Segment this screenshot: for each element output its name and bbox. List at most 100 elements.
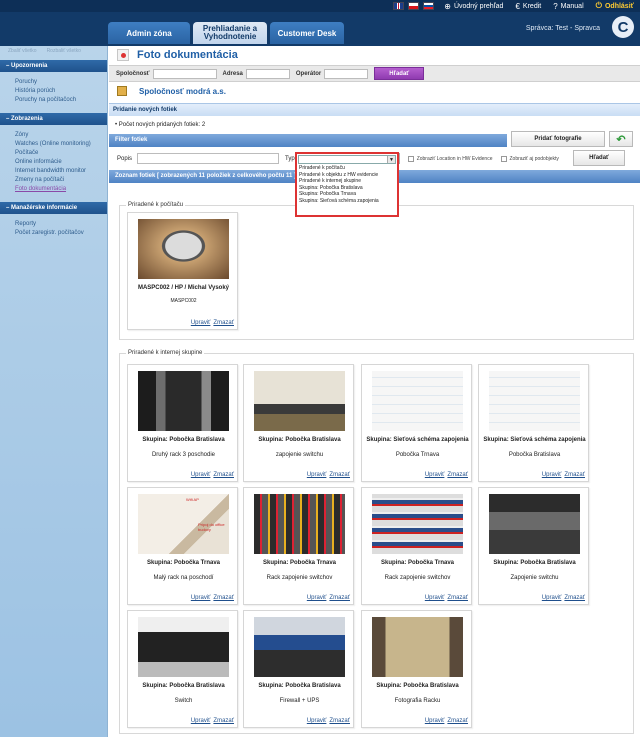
photo-card: Skupina: Pobočka Bratislava Fotografia R… xyxy=(361,610,472,728)
address-input[interactable] xyxy=(245,68,290,79)
photo-thumbnail[interactable] xyxy=(138,371,229,431)
description-input[interactable] xyxy=(137,153,280,164)
sidebar-item-faults[interactable]: Poruchy xyxy=(15,78,107,87)
sidebar-item-computers[interactable]: Počítače xyxy=(15,149,107,158)
expand-all-link[interactable]: Rozbaliť všetko xyxy=(47,48,81,56)
edit-link[interactable]: Upraviť xyxy=(191,718,211,724)
photo-description: Fotografia Racku xyxy=(394,698,441,704)
flag-sk-icon[interactable] xyxy=(423,2,434,10)
photo-thumbnail[interactable] xyxy=(138,617,229,677)
photo-description: Pobočka Bratislava xyxy=(508,452,561,458)
photo-thumbnail[interactable] xyxy=(372,494,463,554)
main-tabs: Admin zóna Prehliadanie a Vyhodnotenie C… xyxy=(108,22,344,44)
edit-link[interactable]: Upraviť xyxy=(307,718,327,724)
edit-link[interactable]: Upraviť xyxy=(425,595,445,601)
photo-card: Skupina: Pobočka Bratislava Firewall + U… xyxy=(243,610,354,728)
sidebar-item-zones[interactable]: Zóny xyxy=(15,131,107,140)
company-input[interactable] xyxy=(152,68,217,79)
flag-cz-icon[interactable] xyxy=(408,2,419,10)
edit-link[interactable]: Upraviť xyxy=(191,472,211,478)
filter-search-button[interactable]: Hľadať xyxy=(573,150,625,166)
delete-link[interactable]: Zmazať xyxy=(213,718,234,724)
type-option[interactable]: Skupina: Sieťová schéma zapojenia xyxy=(297,198,397,205)
delete-link[interactable]: Zmazať xyxy=(447,595,468,601)
delete-link[interactable]: Zmazať xyxy=(447,718,468,724)
delete-link[interactable]: Zmazať xyxy=(213,472,234,478)
delete-link[interactable]: Zmazať xyxy=(447,472,468,478)
photo-thumbnail[interactable] xyxy=(254,617,345,677)
type-option[interactable]: Priradené k objektu z HW evidencie xyxy=(297,172,397,179)
photo-thumbnail[interactable] xyxy=(254,494,345,554)
photo-thumbnail[interactable] xyxy=(372,617,463,677)
description-label: Popis xyxy=(117,155,133,162)
logout-link[interactable]: ⏻ Odhlásiť xyxy=(596,1,634,11)
group-legend: Priradené k počítaču xyxy=(128,202,184,208)
address-label: Adresa xyxy=(222,70,243,77)
photo-card: Skupina: Pobočka Bratislava Switch Uprav… xyxy=(127,610,238,728)
sidebar-item-changes[interactable]: Zmeny na počítači xyxy=(15,176,107,185)
photo-thumbnail[interactable]: Wifi AP Prípoj do office budovy xyxy=(138,494,229,554)
add-photo-button[interactable]: Pridať fotografie xyxy=(511,131,605,147)
sidebar-list-alerts: Poruchy História porúch Poruchy na počít… xyxy=(0,72,107,111)
sidebar-item-bandwidth[interactable]: Internet bandwidth monitor xyxy=(15,167,107,176)
photo-title: Skupina: Pobočka Bratislava xyxy=(493,560,576,566)
photo-thumbnail[interactable] xyxy=(254,371,345,431)
photo-thumbnail[interactable] xyxy=(372,371,463,431)
delete-link[interactable]: Zmazať xyxy=(564,595,585,601)
sidebar-section-views[interactable]: – Zobrazenia xyxy=(0,113,107,125)
sidebar-section-management[interactable]: – Manažérske informácie xyxy=(0,202,107,214)
delete-link[interactable]: Zmazať xyxy=(329,718,350,724)
show-subobjects-checkbox[interactable]: Zobraziť aj podobjekty xyxy=(500,155,559,162)
manual-link[interactable]: ? Manual xyxy=(553,2,583,11)
type-dropdown-selected[interactable]: ▼ xyxy=(298,155,396,164)
type-option[interactable]: Skupina: Pobočka Trnava xyxy=(297,191,397,198)
tab-browse-evaluate[interactable]: Prehliadanie a Vyhodnotenie xyxy=(193,22,267,44)
sidebar-item-reports[interactable]: Reporty xyxy=(15,220,107,229)
photo-thumbnail[interactable] xyxy=(138,219,229,279)
sidebar-item-registered-count[interactable]: Počet zaregistr. počítačov xyxy=(15,229,107,238)
delete-link[interactable]: Zmazať xyxy=(329,472,350,478)
sidebar-item-computer-faults[interactable]: Poruchy na počítačoch xyxy=(15,96,107,105)
photo-description: Druhý rack 3 poschodie xyxy=(151,452,216,458)
delete-link[interactable]: Zmazať xyxy=(213,595,234,601)
edit-link[interactable]: Upraviť xyxy=(542,472,562,478)
sidebar-item-watches[interactable]: Watches (Online monitoring) xyxy=(15,140,107,149)
edit-link[interactable]: Upraviť xyxy=(542,595,562,601)
photo-thumbnail[interactable] xyxy=(489,371,580,431)
tab-customer-desk[interactable]: Customer Desk xyxy=(270,22,344,44)
photo-title: Skupina: Pobočka Bratislava xyxy=(142,683,225,689)
page-title: Foto dokumentácia xyxy=(137,49,238,61)
sidebar-item-photo-docs[interactable]: Foto dokumentácia xyxy=(15,185,107,194)
edit-link[interactable]: Upraviť xyxy=(425,718,445,724)
sidebar-item-online-info[interactable]: Online informácie xyxy=(15,158,107,167)
edit-link[interactable]: Upraviť xyxy=(191,320,211,326)
edit-link[interactable]: Upraviť xyxy=(307,595,327,601)
delete-link[interactable]: Zmazať xyxy=(213,320,234,326)
add-photos-section[interactable]: Pridanie nových fotiek xyxy=(109,103,640,116)
overview-link[interactable]: ⊕ Úvodný prehľad xyxy=(444,2,503,11)
delete-link[interactable]: Zmazať xyxy=(329,595,350,601)
flag-en-icon[interactable] xyxy=(393,2,404,10)
credit-link[interactable]: € Kredit xyxy=(515,2,541,11)
type-option[interactable]: Priradené k internej skupine xyxy=(297,178,397,185)
sidebar: Zbaliť všetko Rozbaliť všetko – Upozorne… xyxy=(0,46,108,737)
sidebar-item-fault-history[interactable]: História porúch xyxy=(15,87,107,96)
power-icon: ⏻ xyxy=(595,1,602,10)
show-location-checkbox[interactable]: Zobraziť Location in HW Evidence xyxy=(407,155,493,162)
photo-actions: Upraviť Zmazať xyxy=(542,472,585,478)
type-dropdown[interactable]: ▼ Priradené k počítaču Priradené k objek… xyxy=(295,152,399,217)
sidebar-section-alerts[interactable]: – Upozornenia xyxy=(0,60,107,72)
back-button[interactable]: ↶ xyxy=(609,131,633,147)
photo-thumbnail[interactable] xyxy=(489,494,580,554)
filter-section[interactable]: Filter fotiek xyxy=(109,134,507,147)
edit-link[interactable]: Upraviť xyxy=(307,472,327,478)
type-option[interactable]: Skupina: Pobočka Bratislava xyxy=(297,185,397,192)
company-search-button[interactable]: Hľadať xyxy=(374,67,425,80)
type-option[interactable]: Priradené k počítaču xyxy=(297,165,397,172)
delete-link[interactable]: Zmazať xyxy=(564,472,585,478)
operator-input[interactable] xyxy=(324,68,369,79)
tab-admin-zone[interactable]: Admin zóna xyxy=(108,22,190,44)
edit-link[interactable]: Upraviť xyxy=(425,472,445,478)
collapse-all-link[interactable]: Zbaliť všetko xyxy=(8,48,37,56)
edit-link[interactable]: Upraviť xyxy=(191,595,211,601)
